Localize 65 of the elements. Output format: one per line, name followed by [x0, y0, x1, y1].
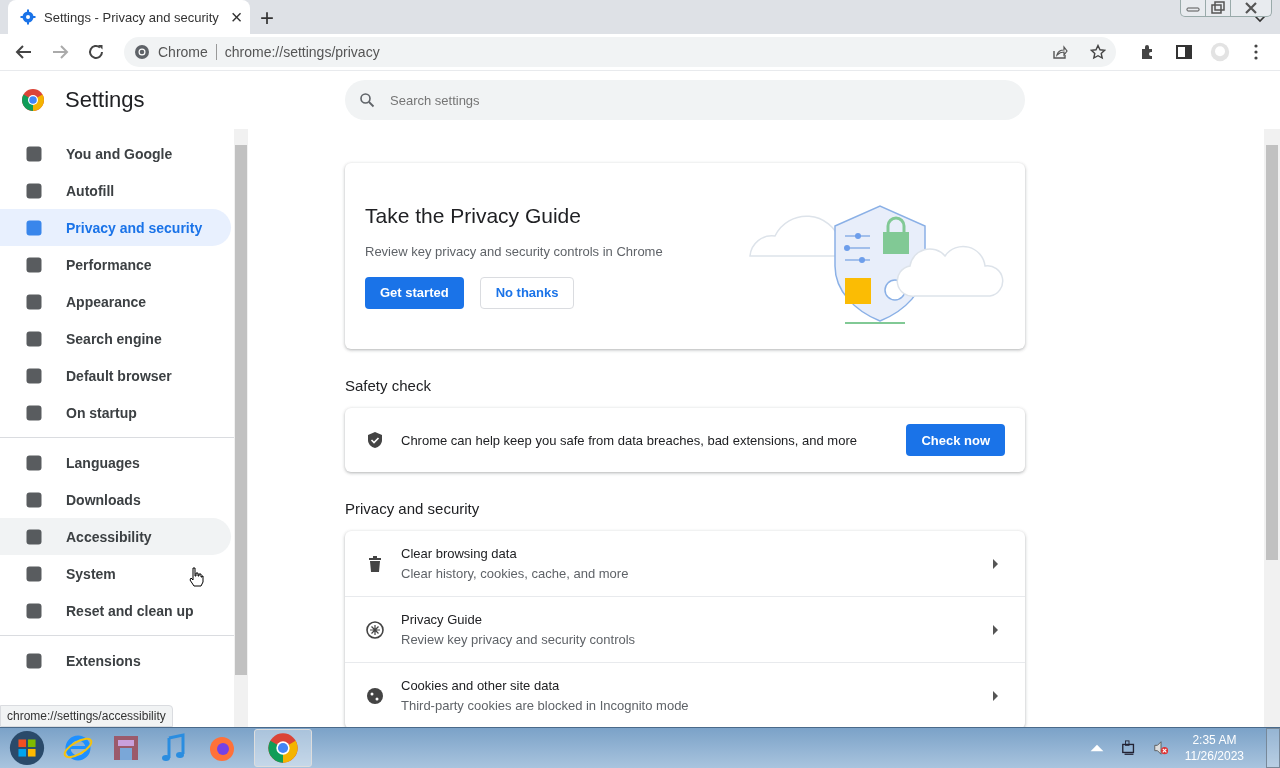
search-field[interactable]: Search settings: [345, 80, 1025, 120]
check-now-button[interactable]: Check now: [906, 424, 1005, 456]
row-subtitle: Clear history, cookies, cache, and more: [401, 566, 630, 581]
hand-cursor-icon: [188, 567, 204, 587]
sidebar-item[interactable]: Extensions: [0, 642, 231, 679]
sidebar-item[interactable]: Languages: [0, 444, 231, 481]
tab-title: Settings - Privacy and security: [44, 9, 219, 25]
status-tooltip: chrome://settings/accessibility: [0, 705, 173, 727]
no-thanks-button[interactable]: No thanks: [479, 276, 575, 309]
chevron-down-icon[interactable]: [1254, 15, 1266, 23]
cookie-icon: [365, 685, 385, 706]
settings-row[interactable]: Privacy Guide Review key privacy and security controls: [345, 597, 1025, 663]
settings-row[interactable]: Clear browsing data Clear history, cookies, cache, and more: [345, 531, 1025, 597]
section-heading: Privacy and security: [345, 500, 481, 517]
share-icon[interactable]: [1052, 44, 1068, 60]
start-orb-icon[interactable]: [8, 729, 46, 767]
gear-icon: [20, 9, 36, 25]
browser-tab[interactable]: Settings - Privacy and security ×: [8, 0, 250, 34]
sidebar-item[interactable]: Reset and clean up: [0, 592, 231, 629]
sidebar-item[interactable]: Default browser: [0, 357, 231, 394]
caret-icon: [993, 558, 999, 569]
network-icon[interactable]: [1120, 740, 1137, 756]
sidebar-item[interactable]: System: [0, 555, 231, 592]
sidebar-item[interactable]: On startup: [0, 394, 231, 431]
scrollbar[interactable]: [1264, 129, 1280, 727]
caret-icon: [993, 624, 999, 635]
star-icon[interactable]: [1090, 44, 1106, 60]
card-title: Take the Privacy Guide: [365, 203, 582, 228]
settings-title: Settings: [65, 87, 145, 113]
sidebar-item[interactable]: Appearance: [0, 283, 231, 320]
row-subtitle: Third-party cookies are blocked in Incognito mode: [401, 698, 690, 713]
caret-icon: [993, 690, 999, 701]
new-tab-button[interactable]: +: [256, 6, 278, 30]
sidebar-item[interactable]: Search engine: [0, 320, 231, 357]
taskbar-button[interactable]: [254, 729, 312, 767]
clock-date: 11/26/2023: [1184, 748, 1244, 764]
row-title: Privacy Guide: [401, 612, 483, 627]
row-subtitle: Review key privacy and security controls: [401, 632, 637, 647]
url-text: chrome://settings/privacy: [224, 44, 380, 60]
chrome-logo-icon: [267, 732, 299, 764]
sidebar-item[interactable]: Downloads: [0, 481, 231, 518]
scrollbar[interactable]: [234, 129, 248, 727]
shield-check-icon: [365, 430, 385, 450]
site-label: Chrome: [158, 44, 208, 60]
sidebar-item[interactable]: Privacy and security: [0, 209, 231, 246]
sidebar-item[interactable]: Accessibility: [0, 518, 231, 555]
compass-icon: [365, 619, 385, 640]
chrome-logo-icon: [134, 44, 150, 60]
card-description: Review key privacy and security controls in Chrome: [365, 243, 664, 259]
close-tab-button[interactable]: ×: [226, 7, 247, 27]
sidebar-item[interactable]: Autofill: [0, 172, 231, 209]
reload-icon[interactable]: [86, 42, 106, 62]
sidebar-item[interactable]: Performance: [0, 246, 231, 283]
section-heading: Safety check: [345, 377, 432, 394]
address-bar[interactable]: Chrome chrome://settings/privacy: [124, 37, 1116, 67]
clock-time: 2:35 AM: [1192, 732, 1237, 748]
side-panel-icon[interactable]: [1174, 42, 1194, 62]
row-title: Clear browsing data: [401, 546, 518, 561]
chrome-logo-icon: [21, 88, 45, 112]
get-started-button[interactable]: Get started: [365, 276, 464, 309]
muted-speaker-icon[interactable]: [1152, 740, 1169, 756]
sidebar-item[interactable]: You and Google: [0, 135, 231, 172]
safety-check-text: Chrome can help keep you safe from data breaches, bad extensions, and more: [401, 432, 858, 448]
row-title: Cookies and other site data: [401, 678, 561, 693]
show-desktop-button[interactable]: [1266, 728, 1280, 768]
